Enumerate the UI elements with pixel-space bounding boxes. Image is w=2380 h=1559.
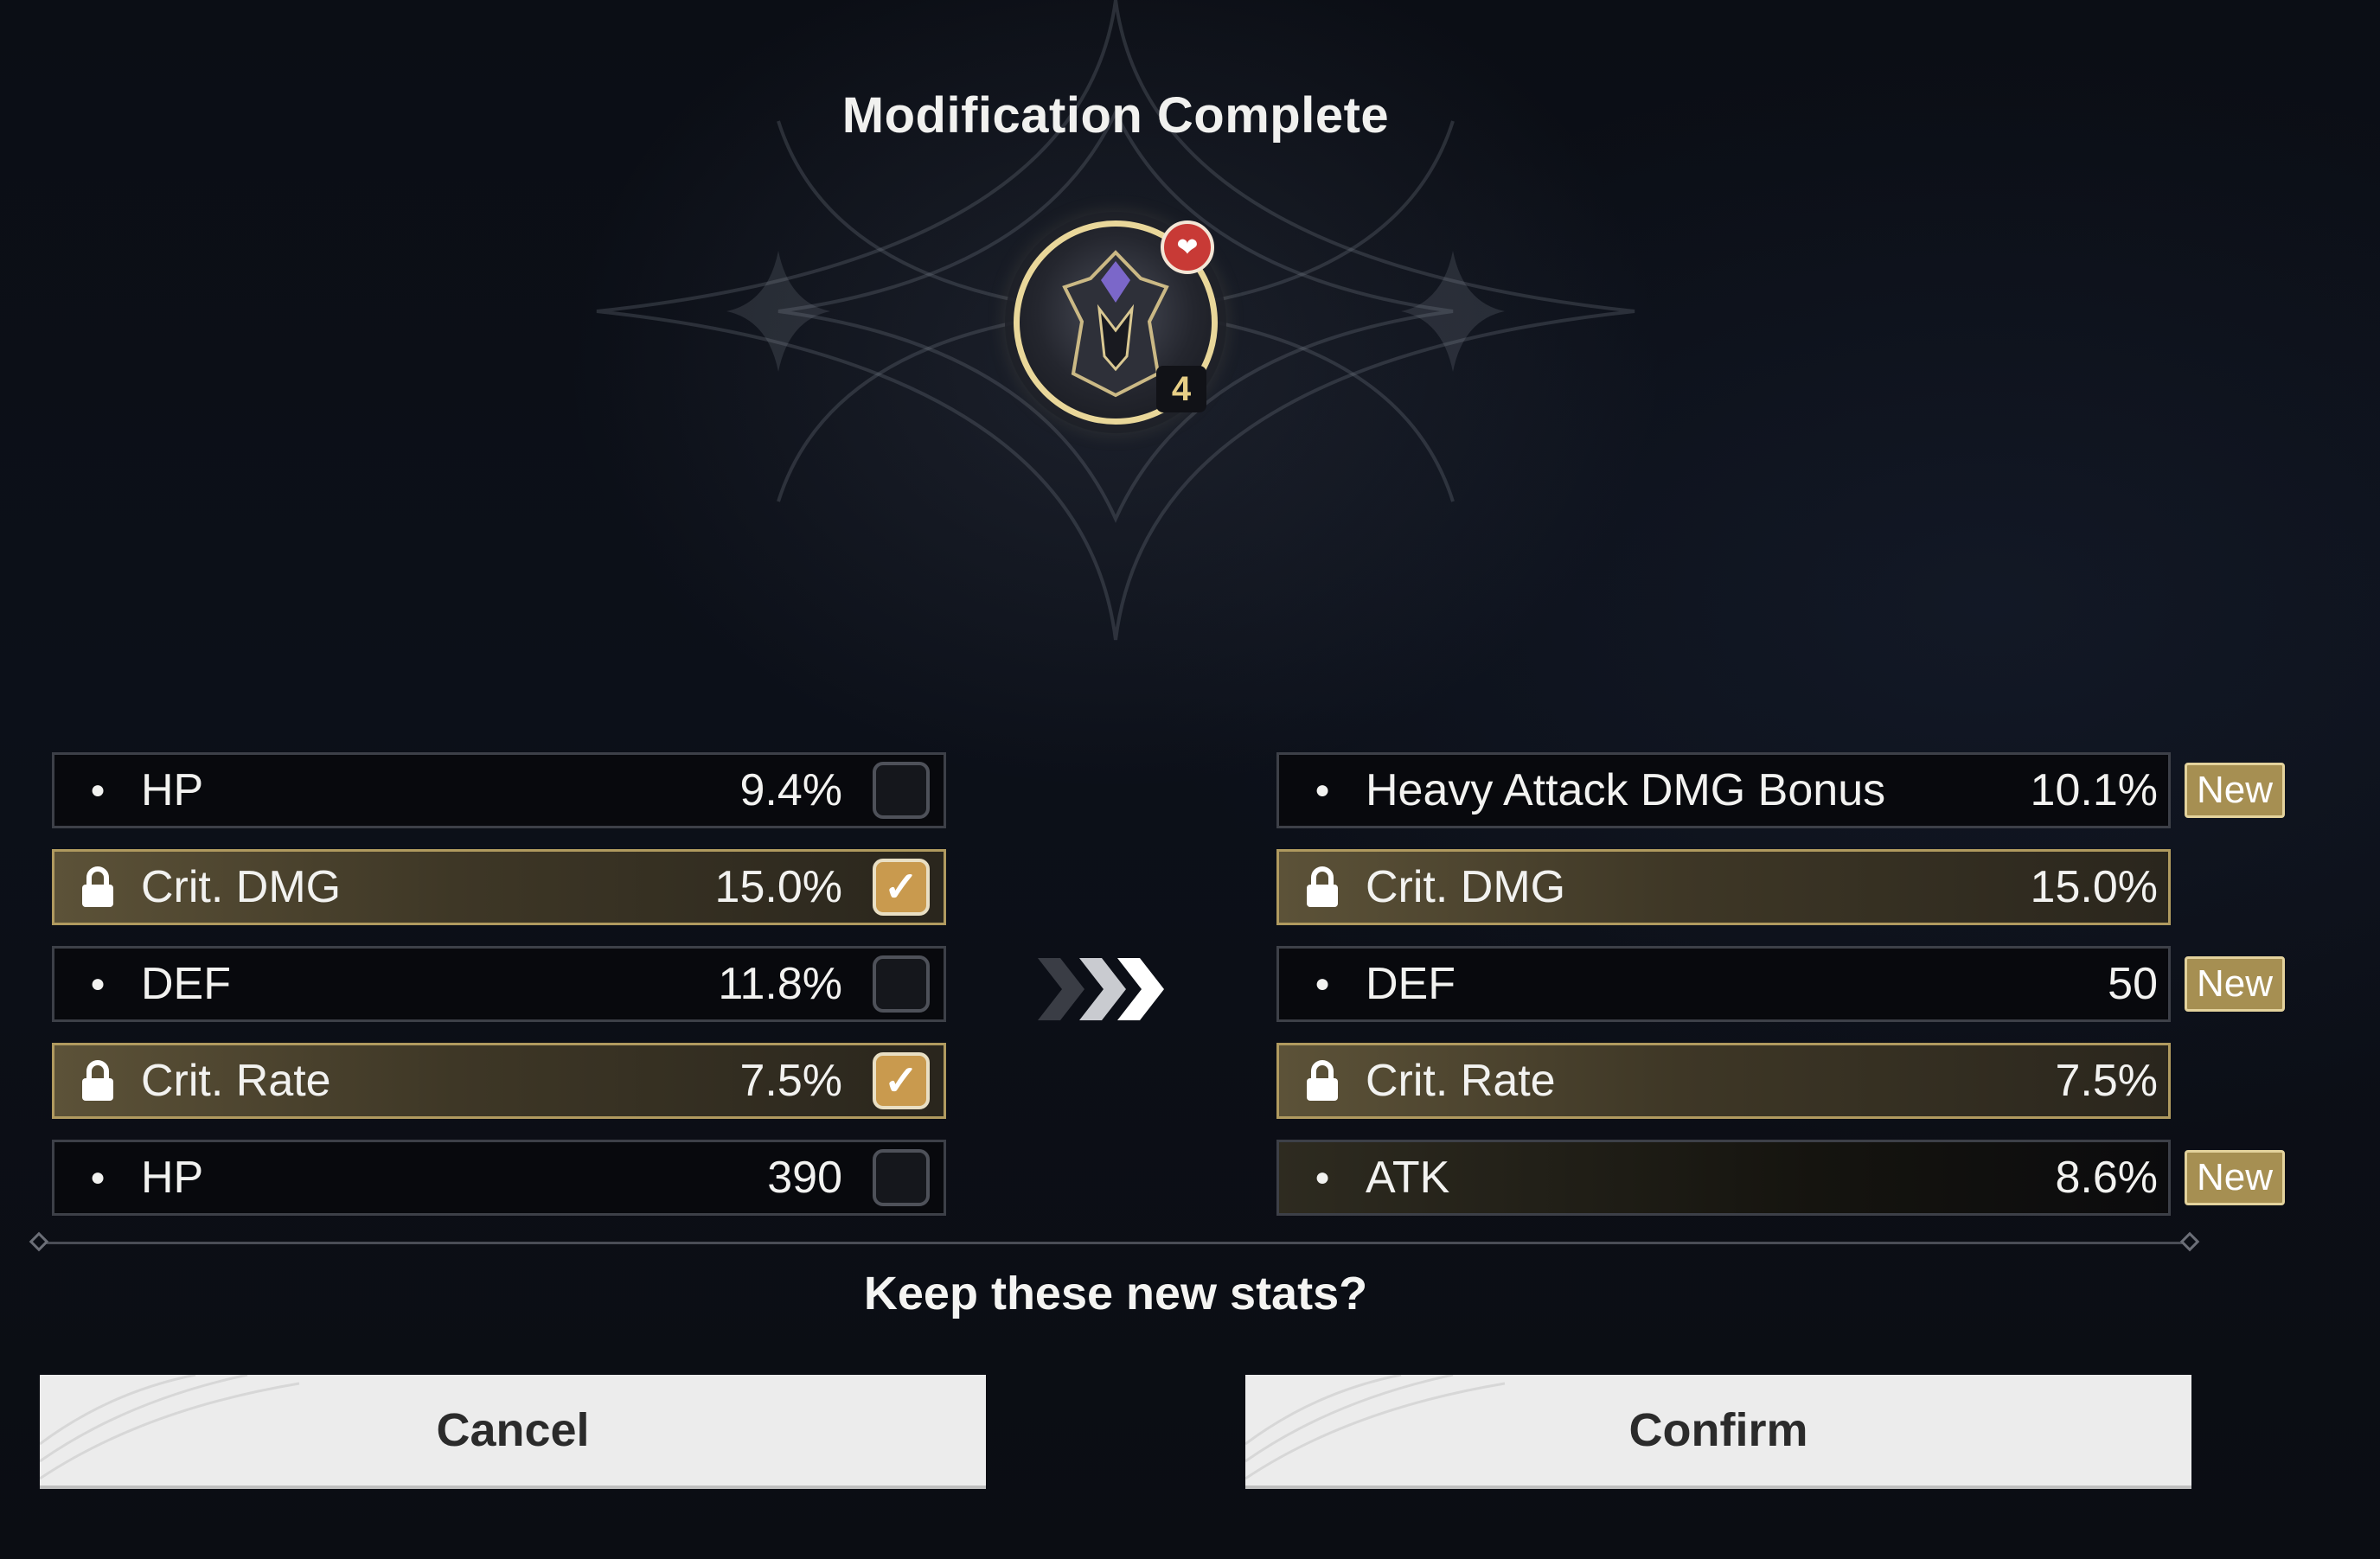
stat-value: 7.5% (739, 1056, 842, 1106)
current-stat-row: ● DEF 11.8% (52, 946, 946, 1022)
bullet-icon: ● (89, 1163, 106, 1192)
stat-value: 10.1% (2030, 765, 2158, 815)
swirl-decoration (40, 1375, 300, 1480)
cancel-button[interactable]: Cancel (40, 1375, 986, 1489)
modification-complete-screen: Modification Complete ❤ 4 ● HP 9.4% Crit… (0, 0, 2380, 1559)
lock-stat-checkbox[interactable] (873, 1149, 930, 1206)
current-stat-row: Crit. DMG 15.0% ✓ (52, 849, 946, 925)
lock-icon (54, 866, 141, 909)
heart-icon: ❤ (1161, 220, 1214, 274)
divider-line (39, 1242, 2192, 1244)
new-badge: New (2185, 763, 2285, 818)
bullet-icon: ● (1314, 969, 1331, 998)
bullet-icon: ● (89, 969, 106, 998)
stat-name: DEF (141, 959, 231, 1009)
stat-name: Crit. Rate (1366, 1056, 1556, 1106)
keep-stats-prompt: Keep these new stats? (863, 1268, 1368, 1319)
stat-value: 15.0% (2030, 862, 2158, 912)
lock-icon (1279, 866, 1366, 909)
lock-icon (1279, 1059, 1366, 1102)
echo-item-icon: ❤ 4 (1014, 220, 1218, 425)
lock-stat-checkbox[interactable] (873, 762, 930, 819)
lock-icon (54, 1059, 141, 1102)
bullet-icon: ● (1314, 1163, 1331, 1192)
current-stat-row: ● HP 9.4% (52, 752, 946, 828)
bullet-icon: ● (1314, 776, 1331, 804)
lock-stat-checkbox[interactable]: ✓ (873, 1052, 930, 1109)
current-stat-row: ● HP 390 (52, 1140, 946, 1216)
stat-name: Crit. DMG (1366, 862, 1566, 912)
stat-value: 11.8% (718, 959, 842, 1009)
lock-stat-checkbox[interactable]: ✓ (873, 859, 930, 916)
stat-value: 390 (767, 1153, 842, 1203)
swirl-decoration (1245, 1375, 1506, 1480)
stat-name: Heavy Attack DMG Bonus (1366, 765, 1886, 815)
stat-name: Crit. DMG (141, 862, 342, 912)
stat-value: 15.0% (714, 862, 842, 912)
divider-diamond-left (29, 1231, 49, 1252)
cancel-button-label: Cancel (436, 1404, 590, 1456)
new-stat-row: ● ATK 8.6% (1276, 1140, 2171, 1216)
new-stat-row: Crit. Rate 7.5% (1276, 1043, 2171, 1119)
double-chevron-right-icon (1038, 958, 1164, 1020)
confirm-button-label: Confirm (1628, 1404, 1808, 1456)
stat-name: HP (141, 765, 204, 815)
checkmark-icon: ✓ (883, 1058, 919, 1104)
current-stat-row: Crit. Rate 7.5% ✓ (52, 1043, 946, 1119)
new-badge: New (2185, 1150, 2285, 1205)
confirm-button[interactable]: Confirm (1245, 1375, 2191, 1489)
bullet-icon: ● (89, 776, 106, 804)
new-stat-row: ● Heavy Attack DMG Bonus 10.1% (1276, 752, 2171, 828)
divider-diamond-right (2179, 1231, 2200, 1252)
stat-value: 8.6% (2055, 1153, 2158, 1203)
dialog-title: Modification Complete (841, 87, 1390, 144)
item-level-badge: 4 (1156, 366, 1206, 412)
lock-stat-checkbox[interactable] (873, 955, 930, 1013)
checkmark-icon: ✓ (883, 865, 919, 910)
stat-value: 50 (2108, 959, 2158, 1009)
stat-name: DEF (1366, 959, 1456, 1009)
stat-name: Crit. Rate (141, 1056, 331, 1106)
stat-name: HP (141, 1153, 204, 1203)
stat-value: 7.5% (2055, 1056, 2158, 1106)
new-badge: New (2185, 956, 2285, 1012)
stat-value: 9.4% (739, 765, 842, 815)
new-stat-row: Crit. DMG 15.0% (1276, 849, 2171, 925)
stat-name: ATK (1366, 1153, 1450, 1203)
new-stat-row: ● DEF 50 (1276, 946, 2171, 1022)
